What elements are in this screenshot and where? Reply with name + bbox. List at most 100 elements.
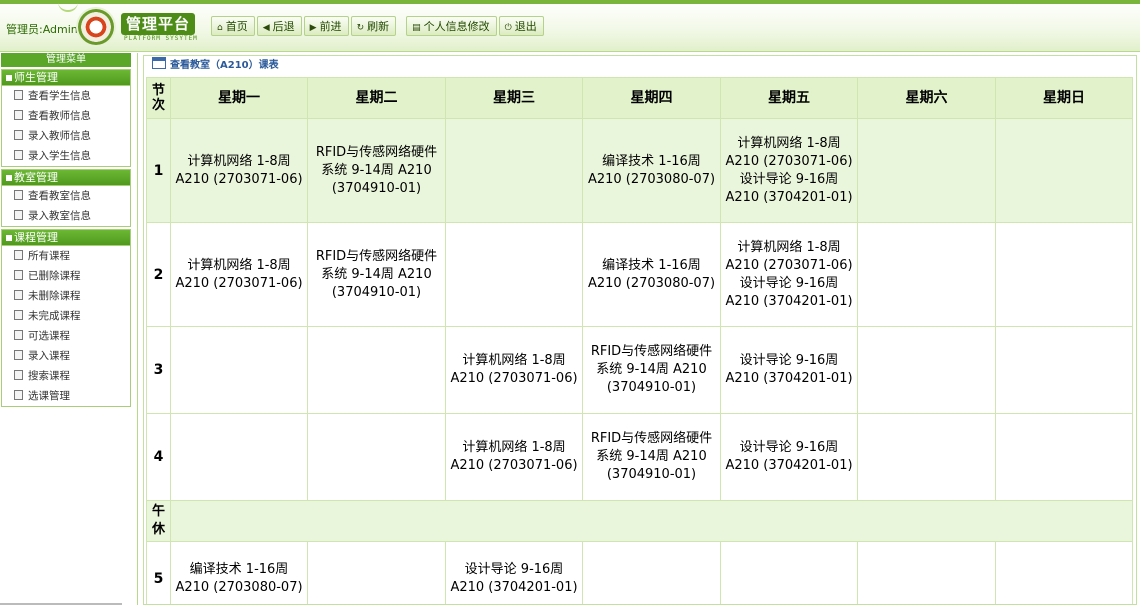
sidebar-group-title[interactable]: 师生管理 <box>2 70 130 86</box>
sidebar-item-label: 未完成课程 <box>28 310 81 322</box>
sidebar-group-courses: 课程管理 所有课程 已删除课程 未删除课程 未完成课程 可选课程 录入课程 搜索… <box>1 229 131 407</box>
course-cell <box>995 541 1133 604</box>
period-row-5: 5 编译技术 1-16周 A210 (2703080-07) 设计导论 9-16… <box>146 541 1133 604</box>
sidebar-group-title[interactable]: 教室管理 <box>2 170 130 186</box>
lunch-span <box>170 500 1133 542</box>
lunch-row: 午休 <box>146 500 1133 542</box>
refresh-button[interactable]: ↻ 刷新 <box>350 16 397 36</box>
sidebar-item-label: 搜索课程 <box>28 370 70 382</box>
home-icon: ⌂ <box>217 23 223 33</box>
home-button[interactable]: ⌂ 首页 <box>211 16 255 36</box>
admin-label: 管理员:Admin <box>6 23 78 36</box>
doc-icon <box>14 210 23 220</box>
course-cell <box>857 222 996 327</box>
sidebar-item-label: 查看学生信息 <box>28 90 91 102</box>
sidebar-item-selectable-courses[interactable]: 可选课程 <box>2 326 130 346</box>
corner-header: 节次 <box>146 77 171 119</box>
course-cell: RFID与传感网络硬件系统 9-14周 A210 (3704910-01) <box>307 118 446 223</box>
main-content: 查看教室（A210）课表 节次 星期一 星期二 星期三 星期四 星期五 星期六 … <box>143 55 1137 605</box>
course-cell: 计算机网络 1-8周 A210 (2703071-06) <box>445 413 583 501</box>
period-row-2: 2 计算机网络 1-8周 A210 (2703071-06) RFID与传感网络… <box>146 222 1133 327</box>
doc-icon <box>14 90 23 100</box>
sidebar: 管理菜单 师生管理 查看学生信息 查看教师信息 录入教师信息 录入学生信息 教室… <box>0 53 132 605</box>
doc-icon <box>14 390 23 400</box>
sidebar-item-label: 录入教师信息 <box>28 130 91 142</box>
lunch-label: 午休 <box>146 500 171 542</box>
logo-subtitle: PLATFORM SYSYTEM <box>124 35 198 42</box>
day-header-sunday: 星期日 <box>995 77 1133 119</box>
course-cell: 计算机网络 1-8周 A210 (2703071-06) <box>170 222 308 327</box>
forward-icon: ▶ <box>309 23 317 33</box>
period-row-1: 1 计算机网络 1-8周 A210 (2703071-06) RFID与传感网络… <box>146 118 1133 223</box>
sidebar-item-deleted-courses[interactable]: 已删除课程 <box>2 266 130 286</box>
sidebar-item-label: 录入教室信息 <box>28 210 91 222</box>
logo-swoosh <box>58 0 78 12</box>
forward-button[interactable]: ▶ 前进 <box>303 16 349 36</box>
doc-icon <box>14 250 23 260</box>
breadcrumb: 查看教室（A210）课表 <box>144 56 1136 76</box>
course-cell <box>857 326 996 414</box>
profile-edit-icon: ▤ <box>412 23 421 33</box>
sidebar-item-label: 未删除课程 <box>28 290 81 302</box>
sidebar-item-course-selection[interactable]: 选课管理 <box>2 386 130 406</box>
back-icon: ◀ <box>262 23 270 33</box>
sidebar-item-add-teacher[interactable]: 录入教师信息 <box>2 126 130 146</box>
sidebar-item-view-classrooms[interactable]: 查看教室信息 <box>2 186 130 206</box>
sidebar-item-view-students[interactable]: 查看学生信息 <box>2 86 130 106</box>
doc-icon <box>14 330 23 340</box>
course-cell: 计算机网络 1-8周 A210 (2703071-06) <box>445 326 583 414</box>
sidebar-item-label: 录入课程 <box>28 350 70 362</box>
doc-icon <box>14 130 23 140</box>
course-cell <box>170 326 308 414</box>
doc-icon <box>14 290 23 300</box>
doc-icon <box>14 150 23 160</box>
course-cell <box>995 413 1133 501</box>
sidebar-item-add-course[interactable]: 录入课程 <box>2 346 130 366</box>
day-header-tuesday: 星期二 <box>307 77 446 119</box>
period-number: 3 <box>146 326 171 414</box>
group-square-icon <box>6 235 12 241</box>
group-title-label: 课程管理 <box>14 231 58 244</box>
period-row-3: 3 计算机网络 1-8周 A210 (2703071-06) RFID与传感网络… <box>146 326 1133 414</box>
day-header-saturday: 星期六 <box>857 77 996 119</box>
back-button[interactable]: ◀ 后退 <box>256 16 302 36</box>
course-cell <box>582 541 721 604</box>
sidebar-item-unfinished-courses[interactable]: 未完成课程 <box>2 306 130 326</box>
doc-icon <box>14 270 23 280</box>
refresh-label: 刷新 <box>367 20 390 33</box>
sidebar-group-title[interactable]: 课程管理 <box>2 230 130 246</box>
sidebar-item-add-classroom[interactable]: 录入教室信息 <box>2 206 130 226</box>
course-cell: RFID与传感网络硬件系统 9-14周 A210 (3704910-01) <box>307 222 446 327</box>
period-row-4: 4 计算机网络 1-8周 A210 (2703071-06) RFID与传感网络… <box>146 413 1133 501</box>
course-cell: RFID与传感网络硬件系统 9-14周 A210 (3704910-01) <box>582 413 721 501</box>
sidebar-item-all-courses[interactable]: 所有课程 <box>2 246 130 266</box>
sidebar-item-label: 可选课程 <box>28 330 70 342</box>
profile-edit-button[interactable]: ▤ 个人信息修改 <box>406 16 497 36</box>
course-cell: 计算机网络 1-8周 A210 (2703071-06) 设计导论 9-16周 … <box>720 222 858 327</box>
logout-button[interactable]: ⏻ 退出 <box>498 16 544 36</box>
day-header-monday: 星期一 <box>170 77 308 119</box>
sidebar-item-add-student[interactable]: 录入学生信息 <box>2 146 130 166</box>
sidebar-item-view-teachers[interactable]: 查看教师信息 <box>2 106 130 126</box>
course-cell <box>995 118 1133 223</box>
logo-title: 管理平台 <box>121 13 195 35</box>
sidebar-item-undeleted-courses[interactable]: 未删除课程 <box>2 286 130 306</box>
group-square-icon <box>6 75 12 81</box>
top-nav: ⌂ 首页 ◀ 后退 ▶ 前进 ↻ 刷新 ▤ 个人信息修改 ⏻ 退出 <box>211 16 544 36</box>
sidebar-group-people: 师生管理 查看学生信息 查看教师信息 录入教师信息 录入学生信息 <box>1 69 131 167</box>
course-cell <box>445 222 583 327</box>
frame-divider[interactable] <box>137 53 138 605</box>
sidebar-item-label: 已删除课程 <box>28 270 81 282</box>
course-cell: 设计导论 9-16周 A210 (3704201-01) <box>720 413 858 501</box>
period-number: 4 <box>146 413 171 501</box>
course-cell <box>857 118 996 223</box>
course-cell <box>170 413 308 501</box>
timetable: 节次 星期一 星期二 星期三 星期四 星期五 星期六 星期日 1 计算机网络 1… <box>146 77 1133 604</box>
group-square-icon <box>6 175 12 181</box>
day-header-thursday: 星期四 <box>582 77 721 119</box>
target-logo-icon <box>78 9 114 45</box>
sidebar-item-search-courses[interactable]: 搜索课程 <box>2 366 130 386</box>
sidebar-item-label: 查看教室信息 <box>28 190 91 202</box>
course-cell: RFID与传感网络硬件系统 9-14周 A210 (3704910-01) <box>582 326 721 414</box>
group-title-label: 师生管理 <box>14 71 58 84</box>
